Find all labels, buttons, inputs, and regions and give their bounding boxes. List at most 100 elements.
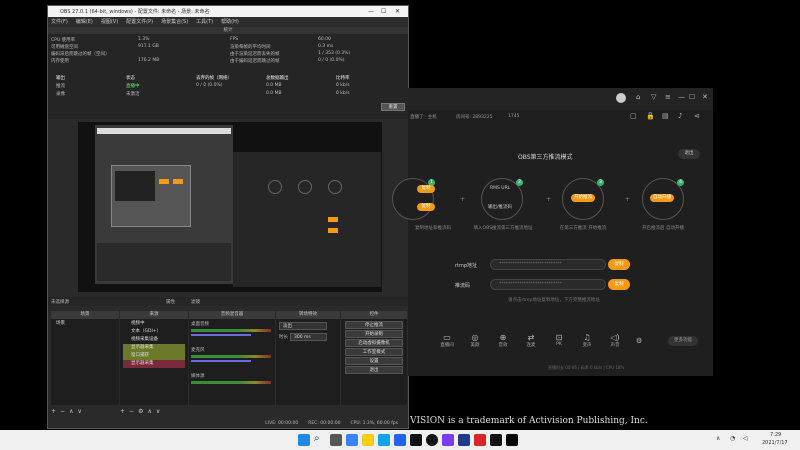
- source-item[interactable]: 视频采集设备: [123, 336, 185, 344]
- gear-icon[interactable]: ⚙: [138, 408, 143, 415]
- menu-help[interactable]: 帮助(H): [221, 18, 239, 25]
- chevron-down-icon[interactable]: ▽: [651, 93, 656, 101]
- cart-icon[interactable]: ▤: [662, 112, 669, 120]
- close-icon[interactable]: ✕: [395, 8, 400, 15]
- transition-select[interactable]: 淡出: [279, 322, 327, 330]
- scene-item[interactable]: 场景: [54, 320, 116, 328]
- tool-sound[interactable]: ◁) 声音: [601, 333, 629, 348]
- start-icon[interactable]: [298, 434, 310, 446]
- tool-room[interactable]: ▭ 直播间: [433, 333, 461, 348]
- obs-icon[interactable]: [426, 434, 438, 446]
- store-icon[interactable]: [394, 434, 406, 446]
- preview-canvas[interactable]: [78, 122, 382, 292]
- menu-edit[interactable]: 编辑(E): [76, 18, 93, 25]
- clock-date[interactable]: 2021/7/17: [762, 440, 788, 446]
- move-down-icon[interactable]: ∨: [77, 408, 81, 415]
- move-up-icon[interactable]: ∧: [147, 408, 151, 415]
- mixer-track-name: 桌面音频: [191, 322, 209, 327]
- task-view-icon[interactable]: [330, 434, 342, 446]
- shirt-icon[interactable]: ⌂: [636, 93, 640, 101]
- menu-file[interactable]: 文件(F): [51, 18, 68, 25]
- stream-key-field[interactable]: ****************************: [490, 279, 606, 290]
- streaming-app-icon[interactable]: [506, 434, 518, 446]
- step-3-start-button[interactable]: 开始推流: [571, 194, 595, 202]
- col-bitrate: 比特率: [336, 76, 350, 81]
- source-item[interactable]: 窗口捕获: [123, 352, 185, 360]
- studio-mode-button[interactable]: 工作室模式: [345, 348, 403, 356]
- scenes-dock-tools: + − ∧ ∨: [51, 407, 82, 415]
- add-icon[interactable]: +: [51, 408, 56, 415]
- filters-button[interactable]: 滤镜: [191, 299, 200, 305]
- col-dropped: 丢弃的帧（网络）: [196, 76, 232, 81]
- transitions-dock-title: 转场特效: [276, 311, 340, 319]
- menu-icon[interactable]: ≡: [665, 93, 671, 101]
- maximize-icon[interactable]: ☐: [689, 93, 695, 101]
- room-title: 直播了 · 主机: [410, 115, 437, 120]
- duration-input[interactable]: 300 ms: [290, 333, 327, 341]
- stop-streaming-button[interactable]: 停止推流: [345, 321, 403, 329]
- tool-voice-change[interactable]: ♫ 变声: [573, 333, 601, 348]
- tool-pk[interactable]: ⊡ PK: [545, 333, 573, 347]
- step-1-copy-button[interactable]: 复制: [417, 185, 435, 193]
- tool-mic-link[interactable]: ⇄ 连麦: [517, 333, 545, 348]
- volume-slider[interactable]: [191, 334, 251, 336]
- rec-timer: REC: 00:00:00: [308, 420, 341, 426]
- file-explorer-icon[interactable]: [362, 434, 374, 446]
- step-4-auto-button[interactable]: 自动开播: [650, 194, 674, 202]
- start-recording-button[interactable]: 开始录制: [345, 330, 403, 338]
- menu-profile[interactable]: 配置文件(P): [126, 18, 153, 25]
- move-down-icon[interactable]: ∨: [156, 408, 160, 415]
- app-icon[interactable]: [490, 434, 502, 446]
- menu-tools[interactable]: 工具(T): [196, 18, 213, 25]
- exit-mode-button[interactable]: 退出: [678, 149, 700, 159]
- settings-button[interactable]: 设置: [345, 357, 403, 365]
- add-icon[interactable]: +: [120, 408, 125, 415]
- app-icon[interactable]: [410, 434, 422, 446]
- bell-icon[interactable]: ♪: [678, 112, 682, 120]
- search-icon[interactable]: ⌕: [314, 433, 320, 444]
- nested-step-3: [328, 180, 342, 194]
- volume-slider[interactable]: [191, 360, 251, 362]
- exit-button[interactable]: 退出: [345, 366, 403, 374]
- reset-button[interactable]: 重置: [381, 103, 405, 111]
- copy-rtmp-button[interactable]: 复制: [608, 259, 630, 270]
- steam-icon[interactable]: [458, 434, 470, 446]
- lock-icon[interactable]: 🔒: [646, 112, 655, 120]
- rtmp-field[interactable]: ****************************: [490, 259, 606, 270]
- tool-effects[interactable]: ⊕ 音效: [489, 333, 517, 348]
- menu-scene-collection[interactable]: 场景集合(S): [161, 18, 188, 25]
- share-icon[interactable]: ▢: [630, 112, 637, 120]
- network-icon[interactable]: ◔: [730, 435, 735, 442]
- app-icon[interactable]: [474, 434, 486, 446]
- widgets-icon[interactable]: [346, 434, 358, 446]
- mem-value: 176.2 MB: [138, 58, 160, 63]
- avatar[interactable]: [616, 93, 626, 103]
- close-icon[interactable]: ✕: [702, 93, 708, 101]
- copy-stream-key-button[interactable]: 复制: [608, 279, 630, 290]
- rtmp-label: rtmp地址: [455, 263, 478, 269]
- source-item[interactable]: 显示器采集: [123, 344, 185, 352]
- duration-label: 时长: [279, 335, 288, 340]
- maximize-icon[interactable]: ☐: [381, 8, 386, 15]
- move-up-icon[interactable]: ∧: [69, 408, 73, 415]
- source-item[interactable]: 文本（GDI+）: [123, 328, 185, 336]
- more-features-button[interactable]: 更多功能: [668, 336, 698, 346]
- minimize-icon[interactable]: —: [678, 93, 685, 101]
- remove-icon[interactable]: −: [129, 408, 134, 415]
- app-icon[interactable]: [442, 434, 454, 446]
- virtual-camera-button[interactable]: 启动虚拟摄像机: [345, 339, 403, 347]
- source-item[interactable]: 视频中: [123, 320, 185, 328]
- properties-button[interactable]: 属性: [166, 299, 175, 305]
- share-alt-icon[interactable]: ⋖: [694, 112, 700, 120]
- chevron-up-icon[interactable]: ∧: [716, 435, 720, 442]
- menu-view[interactable]: 视图(V): [101, 18, 118, 25]
- clock-time[interactable]: 7:29: [770, 432, 781, 438]
- step-1-copy-button-2[interactable]: 复制: [417, 203, 435, 211]
- volume-icon[interactable]: ◁: [743, 435, 748, 442]
- edge-icon[interactable]: [378, 434, 390, 446]
- gear-icon[interactable]: ⚙: [636, 337, 642, 345]
- tool-beauty[interactable]: ◎ 美颜: [461, 333, 489, 348]
- source-item[interactable]: 显示器采集: [123, 360, 185, 368]
- remove-icon[interactable]: −: [60, 408, 65, 415]
- minimize-icon[interactable]: —: [368, 8, 374, 15]
